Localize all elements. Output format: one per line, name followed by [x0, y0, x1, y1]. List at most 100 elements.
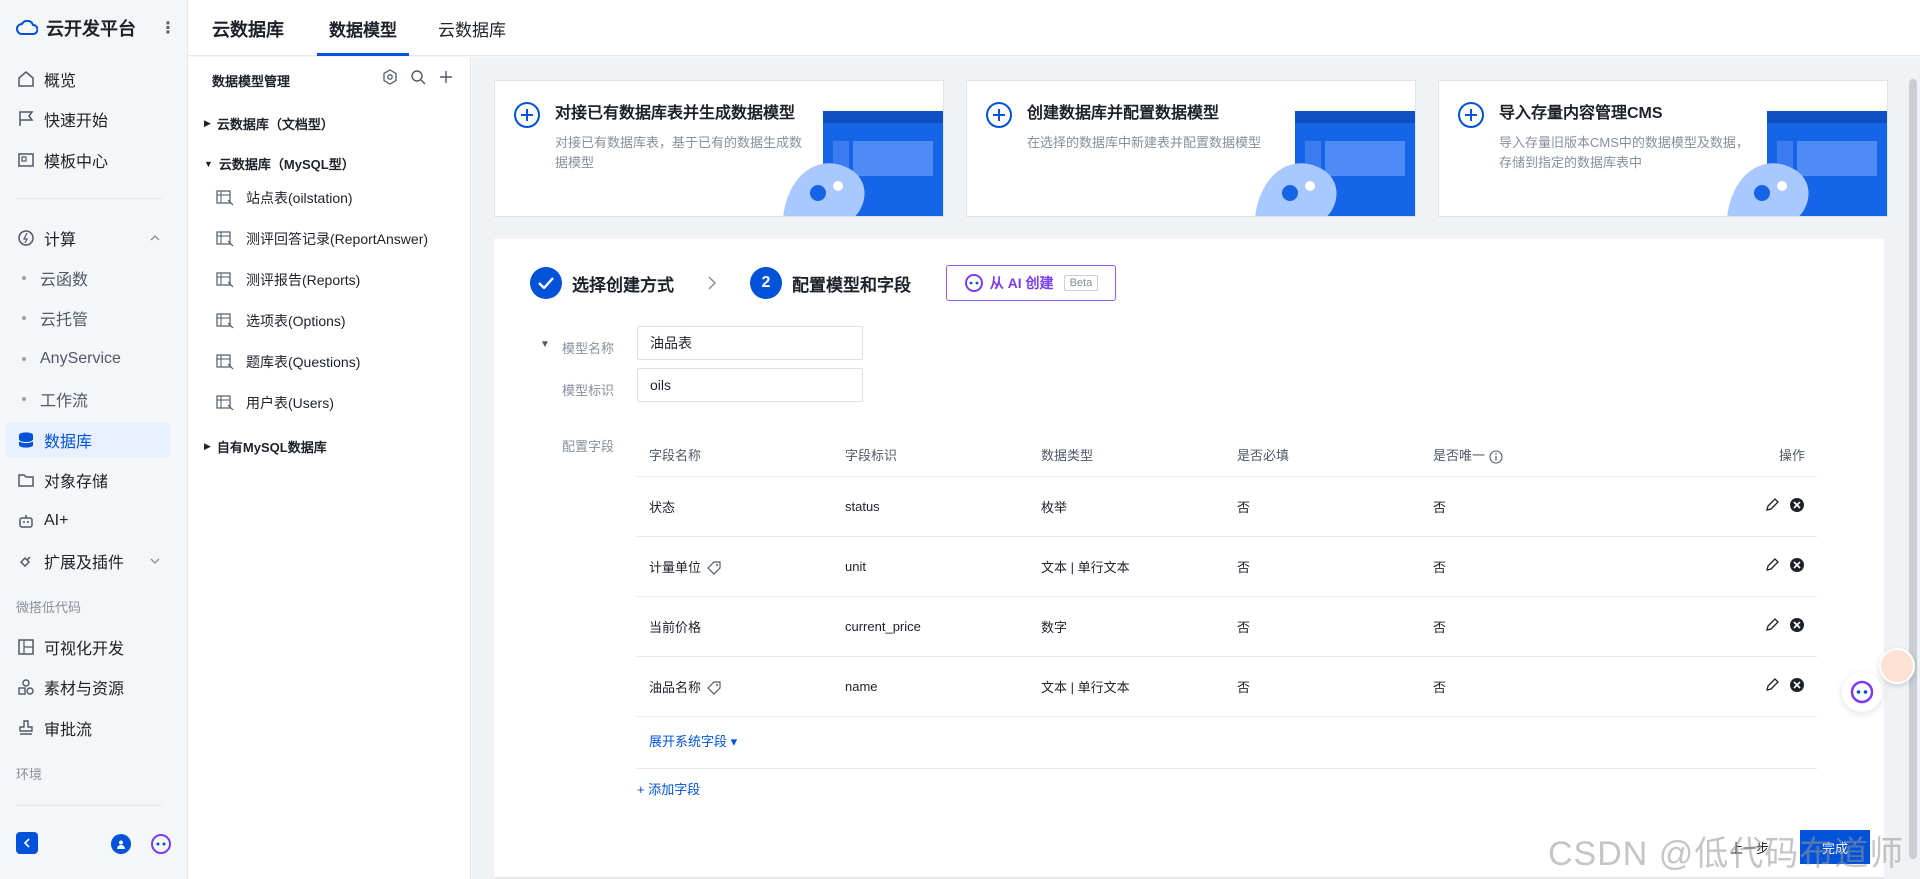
nav-sub-functions[interactable]: 云函数 — [22, 263, 88, 293]
edit-icon[interactable] — [1765, 618, 1779, 632]
nav-sub-label: 工作流 — [40, 393, 89, 410]
nav-storage[interactable]: 对象存储 — [6, 463, 170, 497]
floating-assistant-button[interactable] — [1842, 672, 1882, 712]
scrollbar[interactable] — [1906, 57, 1920, 879]
tree-leaf-item[interactable]: 题库表(Questions) — [216, 352, 360, 372]
collapse-sidebar-button[interactable] — [16, 832, 38, 854]
step-1-label[interactable]: 选择创建方式 — [572, 271, 674, 296]
tree-leaf-item[interactable]: 站点表(oilstation) — [216, 188, 353, 208]
user-icon[interactable] — [111, 834, 131, 854]
table-row: 状态 status 枚举否否 — [637, 476, 1817, 537]
card-import-cms[interactable]: 导入存量内容管理CMS 导入存量旧版本CMS中的数据模型及数据，存储到指定的数据… — [1438, 80, 1888, 217]
nav-visual-dev[interactable]: 可视化开发 — [6, 630, 170, 664]
layout-icon — [16, 637, 36, 657]
nav-label: 扩展及插件 — [44, 555, 125, 572]
tree-leaf-label: 题库表(Questions) — [246, 354, 361, 370]
flag-icon — [16, 109, 36, 129]
cell-field-id: unit — [833, 536, 1029, 597]
delete-icon[interactable] — [1789, 617, 1805, 633]
table-row: 油品名称 name 文本 | 单行文本否否 — [637, 656, 1817, 717]
search-icon[interactable] — [410, 69, 426, 85]
delete-icon[interactable] — [1789, 557, 1805, 573]
nav-label: 审批流 — [44, 722, 93, 739]
watermark: CSDN @低代码布道师 — [1548, 835, 1905, 873]
delete-icon[interactable] — [1789, 497, 1805, 513]
assistant-avatar[interactable] — [1879, 648, 1915, 684]
nav-sub-anyservice[interactable]: AnyService — [22, 344, 121, 374]
nav-sub-cloudrun[interactable]: 云托管 — [22, 303, 88, 333]
stamp-icon — [16, 718, 36, 738]
table-icon — [216, 272, 234, 288]
model-id-input[interactable]: oils — [637, 368, 863, 402]
nav-materials[interactable]: 素材与资源 — [6, 670, 170, 704]
palette-illustration — [1255, 111, 1415, 216]
tree-node-label: 自有MySQL数据库 — [216, 440, 327, 455]
sidebar: 云开发平台 ⋮ 概览 快速开始 模板中心 计算 云函数 云托管 AnyServi… — [0, 0, 188, 879]
tag-icon[interactable] — [707, 681, 721, 695]
assistant-icon[interactable] — [150, 833, 172, 855]
tag-icon[interactable] — [707, 561, 721, 575]
caret-right-icon: ▶ — [204, 118, 211, 128]
expand-system-fields-link[interactable]: 展开系统字段 ▾ — [649, 731, 737, 750]
nav-label: 素材与资源 — [44, 681, 125, 698]
more-icon[interactable]: ⋮ — [160, 18, 176, 38]
edit-icon[interactable] — [1765, 678, 1779, 692]
nav-label: 模板中心 — [44, 154, 109, 171]
page-title: 云数据库 — [212, 20, 284, 40]
step-2-label: 配置模型和字段 — [792, 275, 911, 295]
card-create-db[interactable]: 创建数据库并配置数据模型 在选择的数据库中新建表并配置数据模型 — [966, 80, 1416, 217]
model-name-input[interactable]: 油品表 — [637, 326, 863, 360]
nav-sub-workflow[interactable]: 工作流 — [22, 384, 88, 414]
edit-icon[interactable] — [1765, 498, 1779, 512]
tree-leaf-item[interactable]: 测评报告(Reports) — [216, 270, 360, 290]
table-icon — [216, 313, 234, 329]
tree-leaf-label: 站点表(oilstation) — [246, 190, 353, 206]
nav-templates[interactable]: 模板中心 — [6, 143, 170, 177]
info-icon[interactable] — [1489, 450, 1503, 464]
cell-actions — [1642, 476, 1817, 537]
plus-circle-icon — [513, 101, 541, 129]
tab-data-model[interactable]: 数据模型 — [317, 16, 409, 56]
tree-node-own-mysql[interactable]: ▶ 自有MySQL数据库 — [204, 437, 327, 456]
tree-leaf-item[interactable]: 用户表(Users) — [216, 393, 334, 413]
group-env: 环境 — [16, 767, 43, 782]
add-icon[interactable] — [438, 69, 454, 85]
chevron-up-icon — [150, 235, 160, 241]
tree-node-mysql-db[interactable]: ▼ 云数据库（MySQL型） — [204, 154, 355, 173]
nav-approval[interactable]: 审批流 — [6, 711, 170, 745]
collapse-caret-icon[interactable]: ▼ — [540, 339, 550, 350]
nav-extensions[interactable]: 扩展及插件 — [6, 544, 170, 578]
card-connect-existing[interactable]: 对接已有数据库表并生成数据模型 对接已有数据库表，基于已有的数据生成数据模型 — [494, 80, 944, 217]
settings-icon[interactable] — [382, 69, 398, 85]
bullet — [22, 357, 26, 361]
nav-ai[interactable]: AI+ — [6, 504, 170, 538]
step-2-number: 2 — [750, 267, 782, 299]
chevron-left-icon — [23, 838, 30, 848]
caret-right-icon: ▶ — [204, 441, 211, 451]
tree-leaf-item[interactable]: 选项表(Options) — [216, 311, 346, 331]
cell-field-id: current_price — [833, 596, 1029, 657]
model-id-label: 模型标识 — [562, 383, 615, 398]
cloud-logo-icon — [16, 20, 38, 36]
nav-overview[interactable]: 概览 — [6, 62, 170, 96]
add-field-link[interactable]: + 添加字段 — [637, 779, 700, 798]
create-from-ai-button[interactable]: 从 AI 创建 Beta — [946, 265, 1116, 301]
nav-label: 数据库 — [44, 434, 93, 451]
nav-compute[interactable]: 计算 — [6, 221, 170, 255]
tab-cloud-db[interactable]: 云数据库 — [426, 16, 518, 56]
edit-icon[interactable] — [1765, 558, 1779, 572]
main-content: 对接已有数据库表并生成数据模型 对接已有数据库表，基于已有的数据生成数据模型 创… — [472, 57, 1906, 879]
tree-leaf-item[interactable]: 测评回答记录(ReportAnswer) — [216, 229, 428, 249]
tree-node-label: 云数据库（MySQL型） — [218, 157, 355, 172]
scrollbar-thumb[interactable] — [1909, 79, 1917, 859]
nav-quickstart[interactable]: 快速开始 — [6, 102, 170, 136]
card-desc: 在选择的数据库中新建表并配置数据模型 — [1027, 135, 1262, 150]
tree-node-doc-db[interactable]: ▶ 云数据库（文档型） — [204, 114, 334, 133]
delete-icon[interactable] — [1789, 677, 1805, 693]
group-lowcode: 微搭低代码 — [16, 600, 82, 615]
nav-sub-label: AnyService — [40, 350, 121, 367]
bullet — [22, 316, 26, 320]
brand[interactable]: 云开发平台 — [16, 14, 136, 42]
card-title: 创建数据库并配置数据模型 — [1027, 105, 1220, 122]
nav-database[interactable]: 数据库 — [6, 423, 170, 457]
